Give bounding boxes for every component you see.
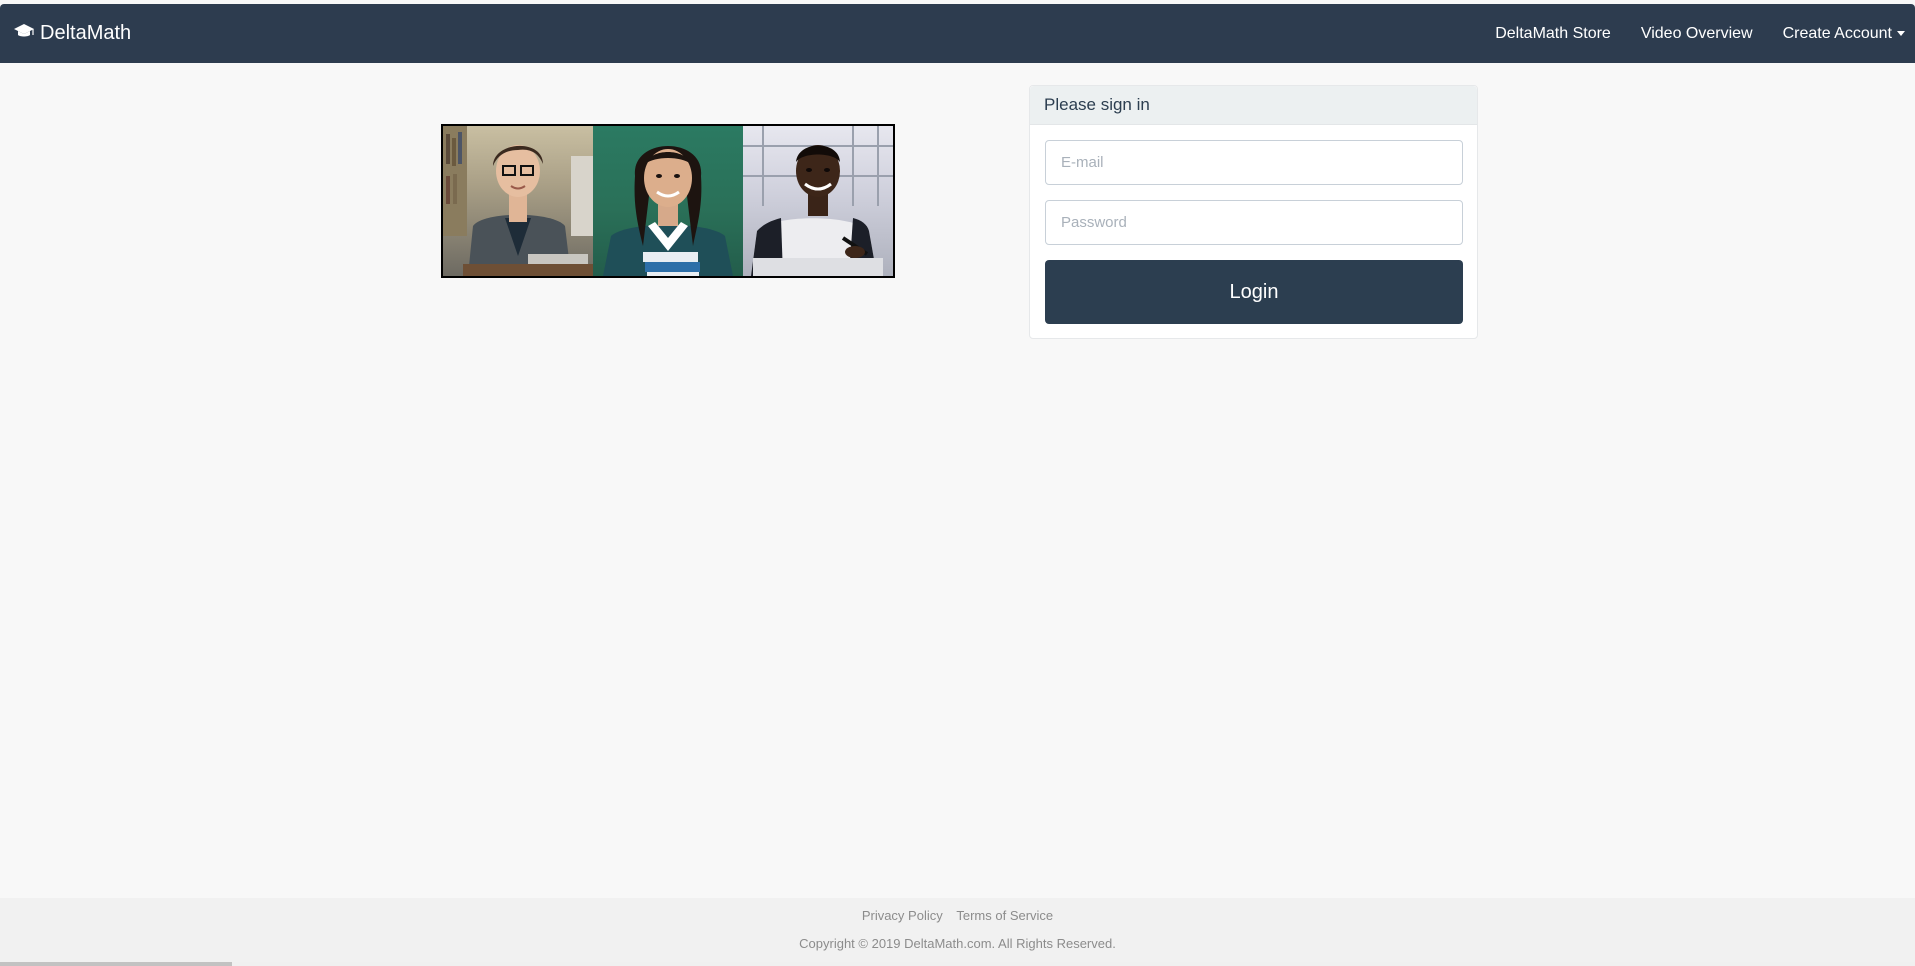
graduation-cap-icon [14, 22, 40, 45]
brand-name: DeltaMath [40, 22, 132, 44]
footer: Privacy Policy Terms of Service Copyrigh… [0, 898, 1915, 964]
copyright-text: Copyright © 2019 DeltaMath.com. All Righ… [799, 936, 1116, 951]
horizontal-scrollbar[interactable] [0, 962, 1915, 966]
password-field[interactable] [1045, 200, 1463, 245]
nav-create-account-label: Create Account [1782, 24, 1892, 42]
nav-video-overview-label: Video Overview [1640, 24, 1753, 42]
scrollbar-thumb[interactable] [0, 962, 232, 966]
navbar: DeltaMath DeltaMath Store Video Overview… [0, 4, 1915, 63]
brand-link[interactable]: DeltaMath [14, 4, 131, 63]
nav-create-account-dropdown[interactable]: Create Account [1783, 25, 1905, 43]
nav-deltamath-store-label: DeltaMath Store [1495, 24, 1611, 42]
signin-header: Please sign in [1030, 86, 1477, 125]
nav-links: DeltaMath Store Video Overview Create Ac… [1465, 4, 1905, 63]
student-photo-3 [743, 126, 893, 276]
signin-panel: Please sign in Login [1029, 85, 1478, 339]
students-hero-image [441, 124, 895, 278]
nav-deltamath-store[interactable]: DeltaMath Store [1495, 25, 1611, 43]
terms-of-service-link[interactable]: Terms of Service [956, 908, 1053, 923]
footer-links: Privacy Policy Terms of Service [0, 908, 1915, 923]
student-photo-1 [443, 126, 593, 276]
email-field[interactable] [1045, 140, 1463, 185]
privacy-policy-link[interactable]: Privacy Policy [862, 908, 943, 923]
login-button[interactable]: Login [1045, 260, 1463, 324]
nav-video-overview[interactable]: Video Overview [1641, 25, 1753, 43]
student-photo-2 [593, 126, 743, 276]
caret-down-icon [1897, 31, 1905, 36]
